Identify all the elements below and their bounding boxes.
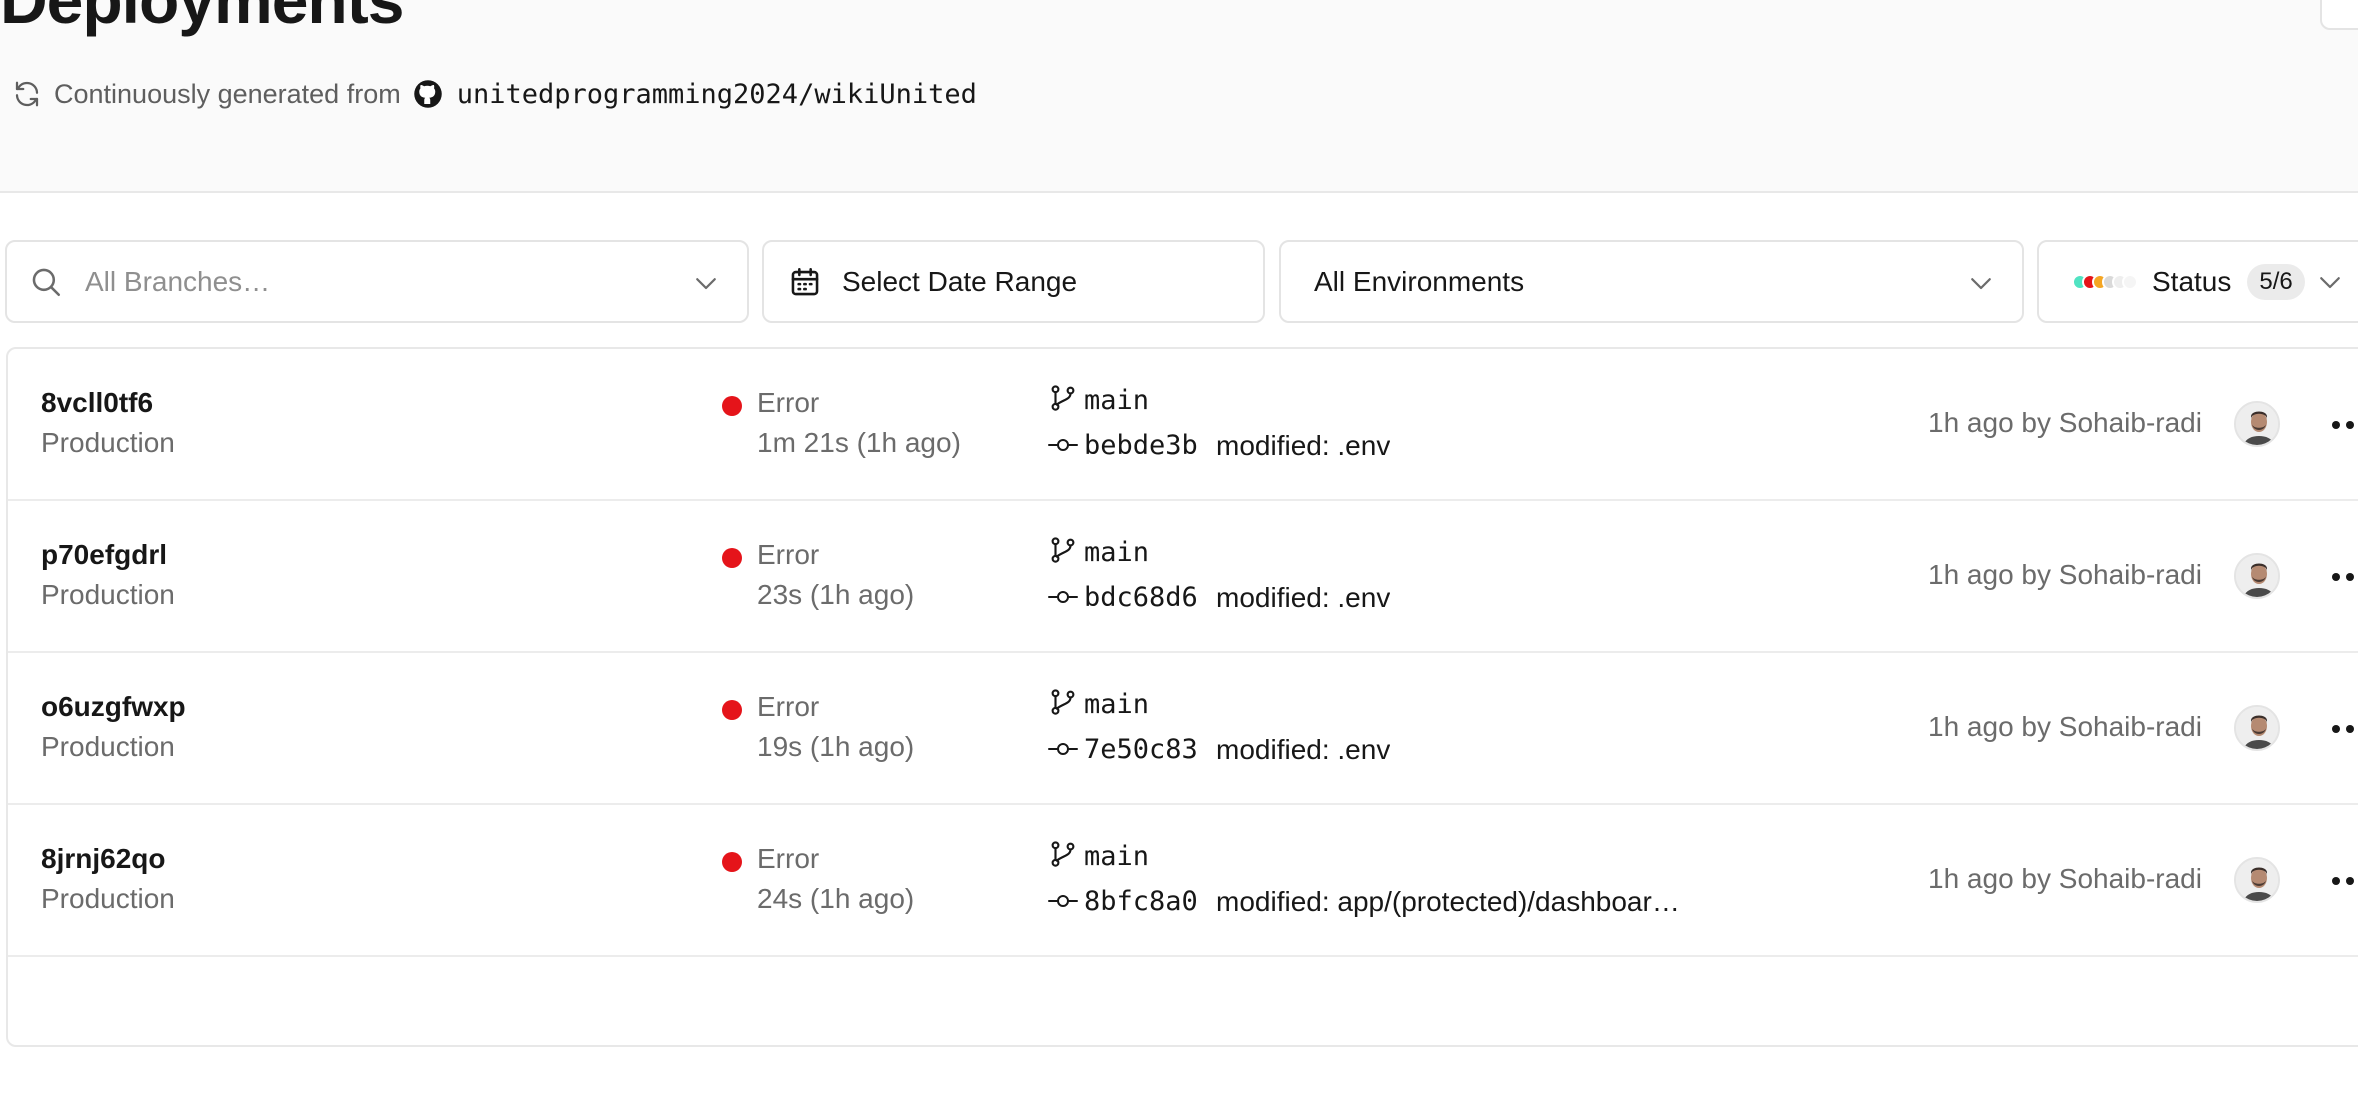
status-filter[interactable]: Status 5/6 [2037,240,2358,323]
deployment-environment: Production [41,883,175,914]
more-options-icon[interactable] [2330,875,2358,887]
chevron-down-icon [1966,268,1996,298]
status-dots-icon [2072,273,2138,290]
avatar[interactable] [2234,705,2280,751]
environment-select[interactable]: All Environments [1279,240,2024,323]
date-range-label: Select Date Range [842,265,1078,297]
deployment-row[interactable]: 8jrnj62qo Production Error 24s (1h ago) … [8,805,2358,957]
deployment-age-author: 1h ago by Sohaib-radi [1928,711,2202,742]
refresh-icon[interactable] [12,79,42,109]
deployment-id[interactable]: 8jrnj62qo [41,843,165,875]
git-branch-icon [1048,383,1078,413]
branch-filter[interactable]: All Branches… [5,240,749,323]
github-icon [413,79,443,109]
deployment-status: Error [757,387,820,418]
header-action-button[interactable] [2320,0,2358,30]
partial-row [8,957,2358,1109]
repo-link[interactable]: unitedprogramming2024/wikiUnited [457,79,977,110]
source-prefix: Continuously generated from [54,78,401,109]
deployment-status: Error [757,691,820,722]
chevron-down-icon [2315,267,2345,297]
deployment-age-author: 1h ago by Sohaib-radi [1928,407,2202,438]
commit-message: modified: app/(protected)/dashboar… [1216,886,1680,917]
commit-message: modified: .env [1216,734,1391,765]
more-options-icon[interactable] [2330,723,2358,735]
page-title: Deployments [0,0,404,37]
deployment-row[interactable]: p70efgdrl Production Error 23s (1h ago) … [8,501,2358,653]
search-icon [29,265,63,299]
deployment-duration: 24s (1h ago) [757,883,915,914]
git-branch-icon [1048,687,1078,717]
avatar[interactable] [2234,857,2280,903]
deployment-id[interactable]: 8vcll0tf6 [41,387,153,419]
git-commit-icon [1048,587,1078,607]
commit-hash[interactable]: 8bfc8a0 [1084,886,1198,917]
chevron-down-icon [691,268,721,298]
calendar-icon [788,265,822,299]
environment-select-label: All Environments [1314,265,1525,297]
branch-name[interactable]: main [1084,537,1149,568]
deployment-row[interactable]: 8vcll0tf6 Production Error 1m 21s (1h ag… [8,349,2358,501]
commit-hash[interactable]: 7e50c83 [1084,734,1198,765]
commit-hash[interactable]: bdc68d6 [1084,582,1198,613]
error-status-dot [722,852,742,872]
error-status-dot [722,548,742,568]
deployment-environment: Production [41,579,175,610]
more-options-icon[interactable] [2330,571,2358,583]
deployment-id[interactable]: p70efgdrl [41,539,167,571]
commit-message: modified: .env [1216,430,1391,461]
deployment-id[interactable]: o6uzgfwxp [41,691,186,723]
git-commit-icon [1048,435,1078,455]
commit-message: modified: .env [1216,582,1391,613]
commit-hash[interactable]: bebde3b [1084,430,1198,461]
deployment-duration: 23s (1h ago) [757,579,915,610]
deployment-duration: 19s (1h ago) [757,731,915,762]
deployment-age-author: 1h ago by Sohaib-radi [1928,863,2202,894]
deployment-status: Error [757,539,820,570]
avatar[interactable] [2234,553,2280,599]
status-color-dot [2122,273,2138,290]
branch-name[interactable]: main [1084,841,1149,872]
branch-name[interactable]: main [1084,385,1149,416]
date-range-picker[interactable]: Select Date Range [762,240,1265,323]
branch-filter-input[interactable]: All Branches… [85,266,270,298]
deployment-list: 8vcll0tf6 Production Error 1m 21s (1h ag… [6,347,2358,1047]
deployment-row[interactable]: o6uzgfwxp Production Error 19s (1h ago) … [8,653,2358,805]
git-branch-icon [1048,535,1078,565]
deployment-environment: Production [41,427,175,458]
error-status-dot [722,396,742,416]
deployment-environment: Production [41,731,175,762]
git-branch-icon [1048,839,1078,869]
deployment-status: Error [757,843,820,874]
source-line: Continuously generated from unitedprogra… [12,74,977,114]
error-status-dot [722,700,742,720]
branch-name[interactable]: main [1084,689,1149,720]
git-commit-icon [1048,891,1078,911]
deployment-age-author: 1h ago by Sohaib-radi [1928,559,2202,590]
deployment-duration: 1m 21s (1h ago) [757,427,961,458]
status-filter-label: Status [2152,265,2232,297]
status-count-badge: 5/6 [2247,263,2305,300]
more-options-icon[interactable] [2330,419,2358,431]
page-header: Deployments Continuously generated from … [0,0,2358,193]
git-commit-icon [1048,739,1078,759]
avatar[interactable] [2234,401,2280,447]
